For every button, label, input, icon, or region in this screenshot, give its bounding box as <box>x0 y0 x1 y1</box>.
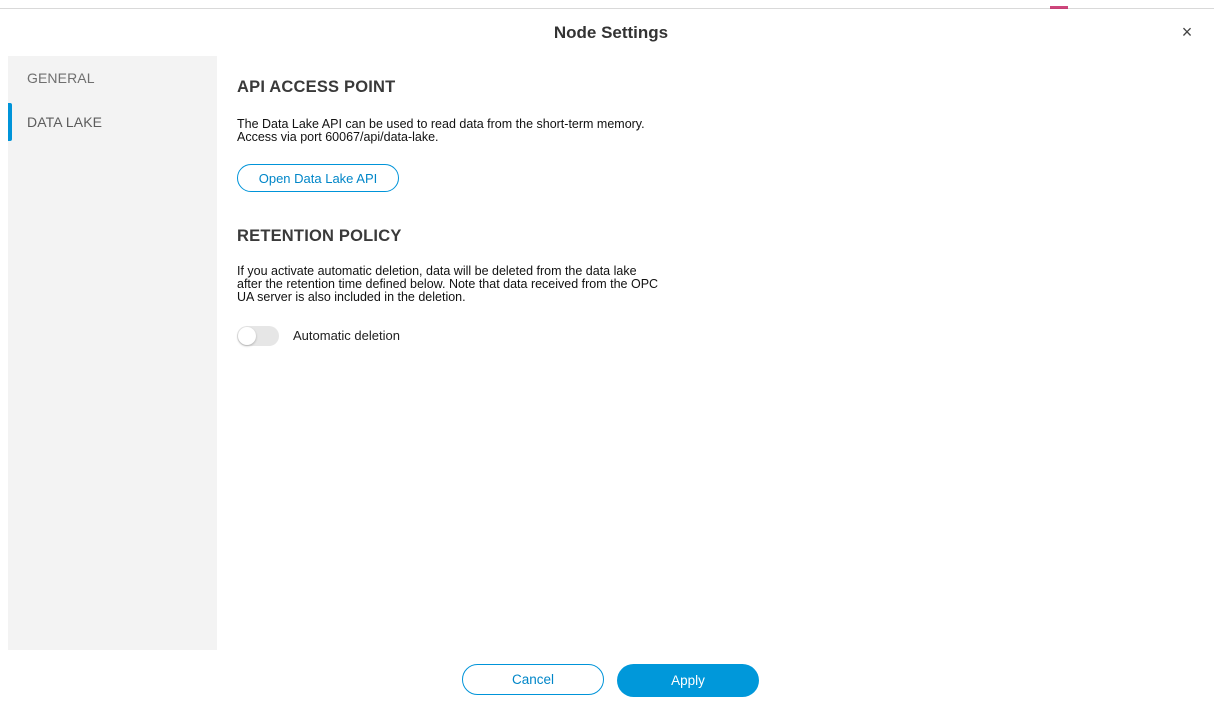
automatic-deletion-row: Automatic deletion <box>237 325 537 347</box>
window-accent-mark <box>1050 6 1068 9</box>
apply-button[interactable]: Apply <box>617 664 759 697</box>
retention-section-title: RETENTION POLICY <box>237 227 402 245</box>
dialog-title: Node Settings <box>553 23 669 42</box>
sidebar-item-label: DATA LAKE <box>27 114 103 130</box>
api-section-title: API ACCESS POINT <box>237 78 396 96</box>
toggle-knob <box>238 327 256 345</box>
automatic-deletion-label: Automatic deletion <box>293 328 400 343</box>
retention-description: If you activate automatic deletion, data… <box>237 265 717 304</box>
sidebar-item-label: GENERAL <box>27 70 95 86</box>
automatic-deletion-toggle[interactable] <box>237 326 279 346</box>
sidebar-item-data-lake[interactable]: DATA LAKE <box>8 102 217 142</box>
close-icon[interactable]: × <box>1176 21 1198 43</box>
api-description: The Data Lake API can be used to read da… <box>237 118 717 144</box>
settings-sidebar: GENERAL DATA LAKE <box>8 56 217 650</box>
retention-description-line: UA server is also included in the deleti… <box>237 290 466 304</box>
cancel-button[interactable]: Cancel <box>462 664 604 695</box>
active-indicator <box>8 103 12 141</box>
open-data-lake-api-button[interactable]: Open Data Lake API <box>237 164 399 192</box>
api-description-line: Access via port 60067/api/data-lake. <box>237 130 439 144</box>
dialog-footer: Cancel Apply <box>0 650 1214 715</box>
settings-content: API ACCESS POINT The Data Lake API can b… <box>237 56 1197 650</box>
dialog-header: Node Settings × <box>8 10 1214 56</box>
top-border <box>0 0 1214 9</box>
sidebar-item-general[interactable]: GENERAL <box>8 58 217 98</box>
